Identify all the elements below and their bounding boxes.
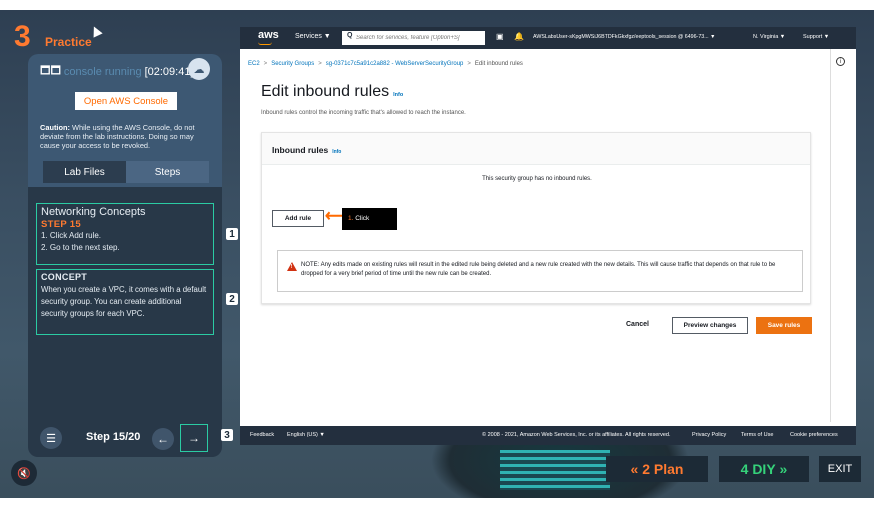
bell-icon[interactable]: 🔔: [514, 32, 524, 41]
chevron-right-icon: >: [263, 61, 268, 67]
cloudshell-icon[interactable]: ▣: [496, 32, 504, 41]
preview-changes-button[interactable]: Preview changes: [672, 317, 748, 334]
page-title: Edit inbound rules Info: [261, 83, 403, 101]
breadcrumb-security-groups[interactable]: Security Groups: [271, 61, 314, 67]
background-bars: [500, 450, 610, 490]
breadcrumb-security-group[interactable]: sg-0371c7c5a91c2a882 - WebServerSecurity…: [326, 61, 464, 67]
panel-tabs: Lab Files Steps: [43, 161, 209, 183]
feedback-link[interactable]: Feedback: [250, 432, 274, 438]
lab-controls: 🗖🗖 console running [02:09:41] ☁ Open AWS…: [28, 54, 222, 187]
save-rules-button[interactable]: Save rules: [756, 317, 812, 334]
copyright: © 2008 - 2021, Amazon Web Services, Inc.…: [482, 432, 671, 438]
inbound-rules-card: Inbound rules Info This security group ha…: [261, 132, 811, 304]
previous-step-button[interactable]: ←: [152, 428, 174, 450]
plan-button[interactable]: « 2 Plan: [606, 456, 708, 482]
diy-label: 4 DIY: [740, 461, 776, 477]
plan-label: 2 Plan: [642, 461, 684, 477]
language-selector[interactable]: English (US) ▼: [287, 432, 325, 438]
tab-steps[interactable]: Steps: [126, 161, 209, 183]
instruction-2: 2. Go to the next step.: [41, 243, 120, 252]
instructions-panel: 🗖🗖 console running [02:09:41] ☁ Open AWS…: [28, 54, 222, 457]
badge-2: 2: [226, 293, 238, 305]
aws-footer: Feedback English (US) ▼ © 2008 - 2021, A…: [240, 426, 856, 445]
chevron-right-icon: >: [318, 61, 322, 67]
step-box: Networking Concepts STEP 15 1. Click Add…: [36, 203, 214, 265]
card-info-link[interactable]: Info: [332, 149, 341, 155]
terms-link[interactable]: Terms of Use: [741, 432, 773, 438]
section-title: Networking Concepts: [41, 206, 146, 218]
add-rule-button[interactable]: Add rule: [272, 210, 324, 227]
search-input[interactable]: [342, 31, 485, 45]
exit-button[interactable]: EXIT: [819, 456, 861, 482]
breadcrumb: EC2 > Security Groups > sg-0371c7c5a91c2…: [248, 61, 523, 67]
cloud-icon[interactable]: ☁: [188, 58, 210, 80]
step-navigation: ☰ Step 15/20 ← →: [28, 419, 222, 457]
breadcrumb-ec2[interactable]: EC2: [248, 61, 260, 67]
concept-text: When you create a VPC, it comes with a d…: [41, 285, 207, 318]
services-menu[interactable]: Services ▼: [295, 33, 331, 40]
empty-message: This security group has no inbound rules…: [482, 176, 592, 182]
concept-box: CONCEPT When you create a VPC, it comes …: [36, 269, 214, 335]
account-menu[interactable]: AWSLabsUser-sKpgMWSiJ6BTDFkGkxfgz/eeptoo…: [533, 34, 715, 40]
badge-1: 1: [226, 228, 238, 240]
double-chevron-left-icon: «: [630, 461, 643, 477]
timer: [02:09:41]: [144, 65, 194, 78]
next-step-button[interactable]: →: [180, 424, 208, 452]
card-header: [262, 133, 810, 165]
card-title: Inbound rules Info: [272, 145, 341, 155]
aws-topbar: aws Services ▼ Q ▣ 🔔 AWSLabsUser-sKpgMWS…: [240, 27, 856, 49]
card-title-text: Inbound rules: [272, 145, 329, 155]
note-text: NOTE: Any edits made on existing rules w…: [301, 262, 776, 277]
step-counter: Step 15/20: [86, 431, 141, 443]
breadcrumb-current: Edit inbound rules: [474, 61, 523, 67]
menu-icon[interactable]: ☰: [40, 427, 62, 449]
open-console-button[interactable]: Open AWS Console: [75, 92, 177, 110]
windows-icon: 🗖🗖: [40, 65, 61, 77]
page-subtitle: Inbound rules control the incoming traff…: [261, 110, 466, 116]
privacy-link[interactable]: Privacy Policy: [692, 432, 726, 438]
cookie-link[interactable]: Cookie preferences: [790, 432, 838, 438]
mute-icon[interactable]: 🔇: [11, 460, 37, 486]
practice-number: 3: [14, 20, 31, 53]
warning-note: NOTE: Any edits made on existing rules w…: [277, 250, 803, 292]
double-chevron-right-icon: »: [775, 461, 788, 477]
cancel-button[interactable]: Cancel: [626, 321, 649, 328]
info-link[interactable]: Info: [393, 92, 403, 98]
search-icon: Q: [347, 32, 353, 39]
diy-button[interactable]: 4 DIY »: [719, 456, 809, 482]
caution-label: Caution:: [40, 123, 70, 132]
console-status: 🗖🗖 console running [02:09:41]: [40, 62, 194, 81]
divider: [830, 49, 831, 422]
instruction-1: 1. Click Add rule.: [41, 231, 102, 240]
region-menu[interactable]: N. Virginia ▼: [753, 34, 785, 40]
badge-3: 3: [221, 429, 233, 441]
aws-logo[interactable]: aws: [258, 29, 279, 45]
warning-icon: [287, 262, 297, 271]
chevron-right-icon: >: [467, 61, 471, 67]
aws-console: aws Services ▼ Q ▣ 🔔 AWSLabsUser-sKpgMWS…: [240, 27, 856, 445]
click-tooltip: 1. Click: [342, 208, 397, 230]
info-icon[interactable]: i: [836, 57, 845, 66]
caution-text: Caution: While using the AWS Console, do…: [40, 123, 214, 150]
tooltip-text: Click: [353, 215, 370, 222]
tab-lab-files[interactable]: Lab Files: [43, 161, 126, 183]
page-title-text: Edit inbound rules: [261, 83, 390, 100]
concept-title: CONCEPT: [41, 272, 88, 282]
support-menu[interactable]: Support ▼: [803, 34, 829, 40]
practice-label: Practice: [45, 35, 92, 49]
step-label: STEP 15: [41, 219, 81, 230]
console-status-text: console running: [63, 65, 142, 78]
